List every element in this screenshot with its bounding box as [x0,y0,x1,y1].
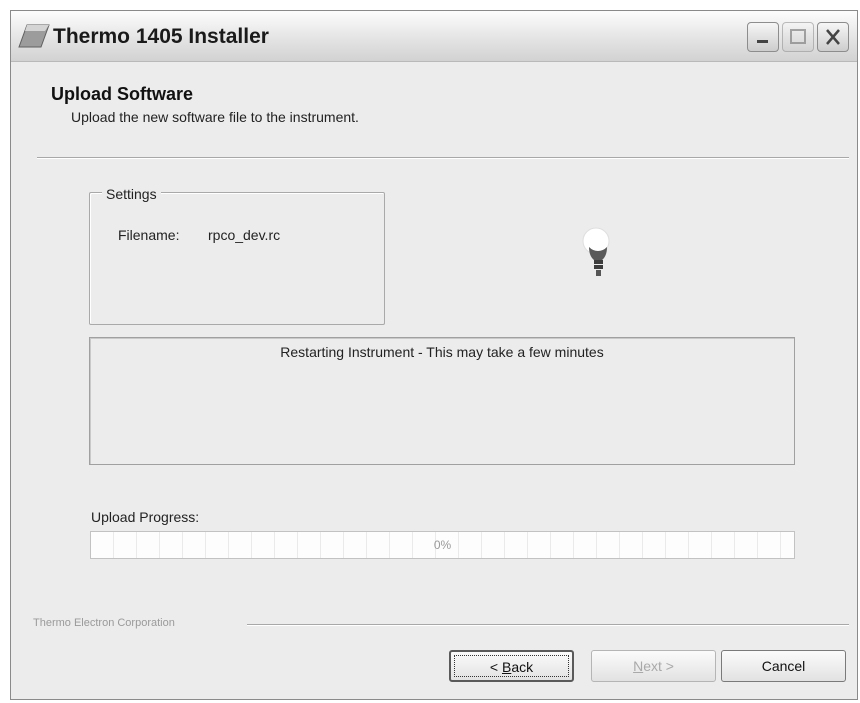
company-label: Thermo Electron Corporation [33,617,181,629]
page-subtitle: Upload the new software file to the inst… [71,109,359,125]
next-button-label: Next > [633,658,674,674]
footer-divider [247,624,849,626]
title-bar[interactable]: Thermo 1405 Installer [11,11,857,62]
minimize-icon [757,40,768,43]
filename-value: rpco_dev.rc [208,227,281,243]
settings-group [89,192,385,325]
filename-label: Filename: [118,227,180,243]
lightbulb-icon [579,223,617,281]
progress-percent-text: 0% [433,538,452,552]
installer-app-icon [17,23,51,49]
close-button[interactable] [817,22,849,52]
minimize-button[interactable] [747,22,779,52]
upload-progress-label: Upload Progress: [91,509,200,525]
window-title: Thermo 1405 Installer [53,25,269,48]
status-panel: Restarting Instrument - This may take a … [89,337,795,465]
back-button-label: < Back [489,659,534,675]
back-button[interactable]: < Back [449,650,574,682]
status-message: Restarting Instrument - This may take a … [280,344,604,360]
maximize-icon [790,29,806,44]
next-button: Next > [591,650,716,682]
installer-window: Thermo 1405 Installer Upload Software Up… [10,10,858,700]
close-icon [826,29,840,45]
settings-group-label: Settings [102,186,161,202]
cancel-button[interactable]: Cancel [721,650,846,682]
upload-progress-bar: 0% [90,531,795,559]
maximize-button [782,22,814,52]
header-divider [37,157,849,159]
page-title: Upload Software [51,84,194,104]
